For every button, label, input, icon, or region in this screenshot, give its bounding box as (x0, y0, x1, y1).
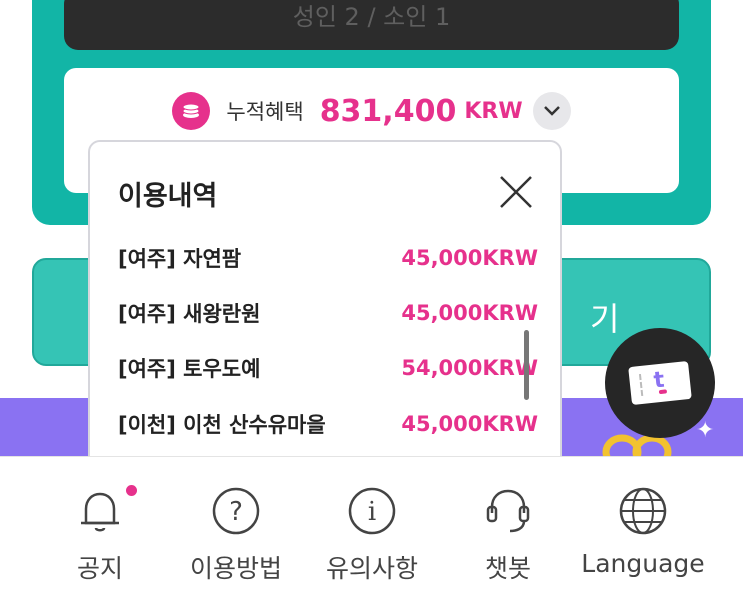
question-circle-icon: ? (210, 485, 262, 537)
nav-item-notes[interactable]: i 유의사항 (302, 485, 442, 585)
globe-icon (617, 485, 669, 537)
nav-item-notice[interactable]: 공지 (30, 485, 170, 585)
history-title: 이용내역 (118, 181, 218, 212)
history-price: 45,000KRW (401, 246, 538, 270)
history-price: 45,000KRW (401, 412, 538, 436)
close-icon[interactable] (498, 174, 534, 210)
history-place: [여주] 자연팜 (118, 247, 242, 271)
nav-label: 챗봇 (484, 554, 531, 583)
nav-label: 공지 (76, 554, 123, 583)
info-circle-icon: i (346, 485, 398, 537)
bottom-nav: 공지 ? 이용방법 i 유의사항 챗봇 Language (0, 456, 743, 592)
history-price: 45,000KRW (401, 301, 538, 325)
nav-item-chatbot[interactable]: 챗봇 (438, 485, 578, 585)
svg-text:i: i (368, 497, 376, 527)
svg-text:?: ? (229, 497, 243, 527)
history-price: 54,000KRW (401, 356, 538, 380)
benefit-unit: KRW (464, 98, 523, 124)
history-place: [여주] 토우도예 (118, 357, 261, 381)
history-item: [여주] 자연팜 45,000KRW (118, 238, 538, 278)
benefit-amount: 831,400 (319, 93, 457, 129)
bell-icon (74, 485, 137, 537)
headset-icon (482, 485, 534, 537)
nav-label: 유의사항 (325, 554, 418, 583)
history-item: [여주] 토우도예 54,000KRW (118, 348, 538, 388)
nav-item-how-to-use[interactable]: ? 이용방법 (166, 485, 306, 585)
benefit-summary[interactable]: 누적혜택 831,400 KRW (64, 90, 679, 132)
notice-badge (126, 485, 137, 496)
history-place: [이천] 이천 산수유마을 (118, 413, 326, 437)
chevron-down-icon[interactable] (532, 92, 571, 130)
benefit-label: 누적혜택 (226, 100, 304, 124)
coin-stack-icon (172, 92, 211, 130)
history-place: [여주] 새왕란원 (118, 302, 261, 326)
ticket-fab-button[interactable]: t (605, 328, 715, 438)
nav-label: 이용방법 (189, 554, 282, 583)
passenger-selector[interactable]: 성인 2 / 소인 1 (64, 0, 679, 50)
scrollbar[interactable] (524, 330, 529, 400)
nav-label: Language (581, 549, 705, 578)
passenger-count: 성인 2 / 소인 1 (292, 3, 451, 31)
history-popup: 이용내역 [여주] 자연팜 45,000KRW [여주] 새왕란원 45,000… (88, 140, 562, 470)
teal-button-label: 기 (590, 300, 620, 338)
history-item: [여주] 새왕란원 45,000KRW (118, 293, 538, 333)
nav-item-language[interactable]: Language (573, 485, 713, 578)
ticket-icon: t (628, 360, 692, 406)
history-item: [이천] 이천 산수유마을 45,000KRW (118, 404, 538, 444)
